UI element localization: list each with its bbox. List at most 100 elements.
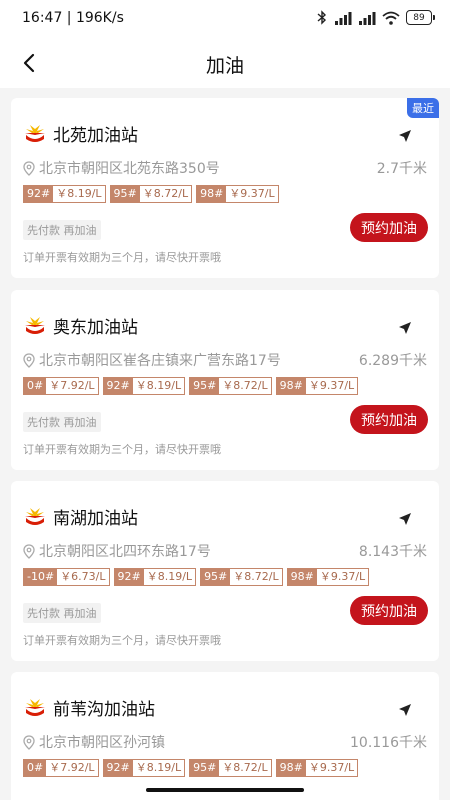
price-tag: 98# ￥9.37/L [196,185,279,203]
fuel-price: ￥9.37/L [226,186,278,202]
location-pin-icon [23,543,35,559]
signal-icon [359,11,376,25]
fuel-grade: 95# [110,186,140,202]
fuel-grade: 98# [276,378,306,394]
price-list: 0# ￥7.92/L 92# ￥8.19/L 95# ￥8.72/L 98# ￥9.37… [23,377,359,395]
fuel-price: ￥7.92/L [46,378,98,394]
fuel-grade: 98# [197,186,227,202]
fuel-price: ￥8.72/L [219,378,271,394]
fuel-grade: 98# [276,760,306,776]
price-tag: 98# ￥9.37/L [275,759,359,777]
price-tag: 95# ￥8.72/L [200,568,283,586]
location-pin-icon [23,160,35,176]
fuel-grade: -10# [24,569,58,585]
fuel-price: ￥7.92/L [46,760,98,776]
price-tag: 0# ￥7.92/L [23,759,99,777]
book-refuel-button[interactable]: 预约加油 [350,596,428,625]
price-list: -10# ￥6.73/L 92# ￥8.19/L 95# ￥8.72/L 98# ￥9.… [23,568,370,586]
fuel-grade: 92# [103,760,133,776]
fuel-price: ￥8.72/L [219,760,271,776]
petrochina-logo-icon [25,508,45,525]
navigate-button[interactable] [393,507,417,531]
station-distance: 8.143千米 [358,544,427,560]
navigation-arrow-icon [399,513,411,525]
fuel-price: ￥9.37/L [316,569,369,585]
price-tag: 98# ￥9.37/L [275,377,359,395]
station-name: 南湖加油站 [53,509,138,529]
header: 加油 [0,38,450,88]
station-distance: 10.116千米 [350,735,427,751]
price-tag: 0# ￥7.92/L [23,377,99,395]
price-tag: 98# ￥9.37/L [286,568,370,586]
price-tag: 95# ￥8.72/L [189,759,272,777]
signal-icon [335,11,352,25]
fuel-grade: 0# [24,760,47,776]
station-card[interactable]: 最近 北苑加油站 北京市朝阳区北苑东路350号 2.7千米 92# ￥8.19/L… [11,98,439,278]
petrochina-logo-icon [25,699,45,716]
fuel-grade: 92# [103,378,133,394]
price-tag: 92# ￥8.19/L [113,568,197,586]
station-name: 奥东加油站 [53,318,138,338]
station-name: 前苇沟加油站 [53,700,155,720]
station-name: 北苑加油站 [53,126,138,146]
navigate-button[interactable] [393,316,417,340]
price-list: 0# ￥7.92/L 92# ￥8.19/L 95# ￥8.72/L 98# ￥9.37… [23,759,359,777]
nearest-badge: 最近 [407,98,439,118]
home-indicator[interactable] [146,788,304,792]
wifi-icon [382,11,400,25]
navigate-button[interactable] [393,698,417,722]
station-card[interactable]: 南湖加油站 北京朝阳区北四环东路17号 8.143千米 -10# ￥6.73/L … [11,481,439,661]
navigation-arrow-icon [399,322,411,334]
fuel-grade: 0# [24,378,47,394]
station-card[interactable]: 前苇沟加油站 北京市朝阳区孙河镇 10.116千米 0# ￥7.92/L 92# ￥… [11,672,439,800]
petrochina-logo-icon [25,317,45,334]
book-refuel-button[interactable]: 预约加油 [350,213,428,242]
status-time: 16:47 | 196K/s [22,10,124,26]
price-tag: 95# ￥8.72/L [189,377,272,395]
fuel-price: ￥8.19/L [132,378,185,394]
address-row: 北京市朝阳区孙河镇 [23,732,165,752]
invoice-note: 订单开票有效期为三个月，请尽快开票哦 [23,634,221,647]
address-row: 北京市朝阳区北苑东路350号 [23,158,220,178]
fuel-price: ￥9.37/L [305,760,358,776]
invoice-note: 订单开票有效期为三个月，请尽快开票哦 [23,251,221,264]
fuel-price: ￥6.73/L [57,569,109,585]
fuel-price: ￥8.72/L [230,569,282,585]
status-icons: 89 [316,10,435,25]
price-tag: 92# ￥8.19/L [23,185,106,203]
page-title: 加油 [205,55,244,77]
fuel-grade: 98# [287,569,317,585]
battery-icon: 89 [406,10,435,25]
price-tag: 95# ￥8.72/L [109,185,193,203]
location-pin-icon [23,352,35,368]
fuel-price: ￥8.19/L [143,569,196,585]
station-card[interactable]: 奥东加油站 北京市朝阳区崔各庄镇来广营东路17号 6.289千米 0# ￥7.92… [11,290,439,470]
navigate-button[interactable] [393,124,417,148]
price-tag: -10# ￥6.73/L [23,568,110,586]
fuel-price: ￥8.72/L [139,186,192,202]
address-row: 北京市朝阳区崔各庄镇来广营东路17号 [23,350,281,370]
fuel-grade: 95# [190,378,220,394]
station-distance: 2.7千米 [376,161,427,177]
address-row: 北京朝阳区北四环东路17号 [23,541,211,561]
fuel-grade: 95# [190,760,220,776]
prepay-tag: 先付款 再加油 [23,603,101,623]
navigation-arrow-icon [399,704,411,716]
station-distance: 6.289千米 [358,353,427,369]
status-bar: 16:47 | 196K/s 89 [0,0,450,38]
station-address: 北京朝阳区北四环东路17号 [39,544,211,560]
prepay-tag: 先付款 再加油 [23,412,101,432]
station-address: 北京市朝阳区崔各庄镇来广营东路17号 [39,353,281,369]
fuel-price: ￥8.19/L [53,186,105,202]
location-pin-icon [23,734,35,750]
fuel-grade: 95# [201,569,231,585]
price-list: 92# ￥8.19/L 95# ￥8.72/L 98# ￥9.37/L [23,185,279,203]
price-tag: 92# ￥8.19/L [102,759,186,777]
book-refuel-button[interactable]: 预约加油 [350,405,428,434]
invoice-note: 订单开票有效期为三个月，请尽快开票哦 [23,443,221,456]
petrochina-logo-icon [25,125,45,142]
fuel-grade: 92# [114,569,144,585]
station-address: 北京市朝阳区北苑东路350号 [39,161,220,177]
fuel-price: ￥9.37/L [305,378,358,394]
bluetooth-icon [317,10,327,25]
